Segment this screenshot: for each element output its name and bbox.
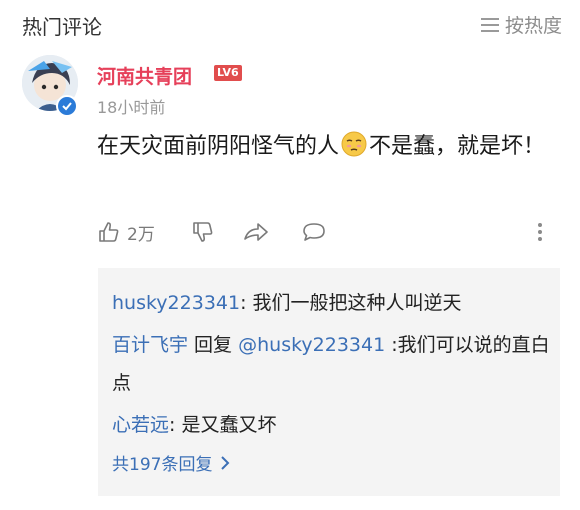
chevron-right-icon	[221, 455, 230, 470]
like-count: 2万	[127, 224, 155, 245]
comment-author-name[interactable]: 河南共青团	[97, 62, 192, 89]
reply-separator: :	[169, 414, 182, 436]
verified-check-icon	[62, 102, 72, 111]
thumbs-up-icon	[99, 222, 119, 242]
comment-action-bar: 2万	[97, 217, 557, 247]
comment-text-part2: 不是蠢，就是坏！	[369, 134, 546, 159]
reply-text: 是又蠢又坏	[181, 414, 277, 436]
verified-badge	[56, 95, 78, 117]
share-arrow-icon	[244, 223, 268, 241]
reply-author[interactable]: husky223341	[112, 292, 240, 314]
reply-text: 我们一般把这种人叫逆天	[252, 292, 462, 314]
like-button[interactable]: 2万	[97, 217, 155, 247]
comment-timestamp: 18小时前	[97, 98, 166, 117]
view-all-replies-link[interactable]: 共197条回复	[112, 450, 230, 475]
reply-item: 百计飞宇 回复 @husky223341 :我们可以说的直白点	[112, 326, 552, 402]
sort-label: 按热度	[504, 15, 562, 37]
comment-body: 在天灾面前阴阳怪气的人 不是蠢，就是坏！	[97, 128, 557, 166]
more-options-button[interactable]	[537, 217, 543, 247]
dislike-button[interactable]	[191, 217, 215, 247]
reply-item: husky223341: 我们一般把这种人叫逆天	[112, 284, 552, 322]
speech-bubble-icon	[303, 223, 325, 241]
reply-item: 心若远: 是又蠢又坏	[112, 406, 552, 444]
reply-to-word: 回复	[188, 334, 239, 356]
comments-header: 热门评论 按热度	[0, 0, 580, 50]
user-level-badge: LV6	[214, 65, 242, 81]
reply-button[interactable]	[301, 217, 327, 247]
sort-by-popularity-button[interactable]: 按热度	[480, 11, 562, 38]
list-sort-icon	[480, 17, 499, 32]
thumbs-down-icon	[193, 222, 213, 242]
more-replies-label: 共197条回复	[112, 455, 213, 475]
reply-author[interactable]: 百计飞宇	[112, 334, 188, 356]
reply-author[interactable]: 心若远	[112, 414, 169, 436]
comment-text-part1: 在天灾面前阴阳怪气的人	[97, 134, 340, 159]
reply-mention[interactable]: @husky223341	[238, 334, 385, 356]
unamused-face-emoji	[341, 131, 367, 157]
reply-separator: :	[385, 334, 398, 356]
share-button[interactable]	[243, 217, 269, 247]
hot-comments-title: 热门评论	[22, 15, 102, 39]
vertical-ellipsis-icon	[538, 223, 542, 241]
reply-separator: :	[240, 292, 253, 314]
replies-panel: husky223341: 我们一般把这种人叫逆天 百计飞宇 回复 @husky2…	[98, 268, 560, 496]
